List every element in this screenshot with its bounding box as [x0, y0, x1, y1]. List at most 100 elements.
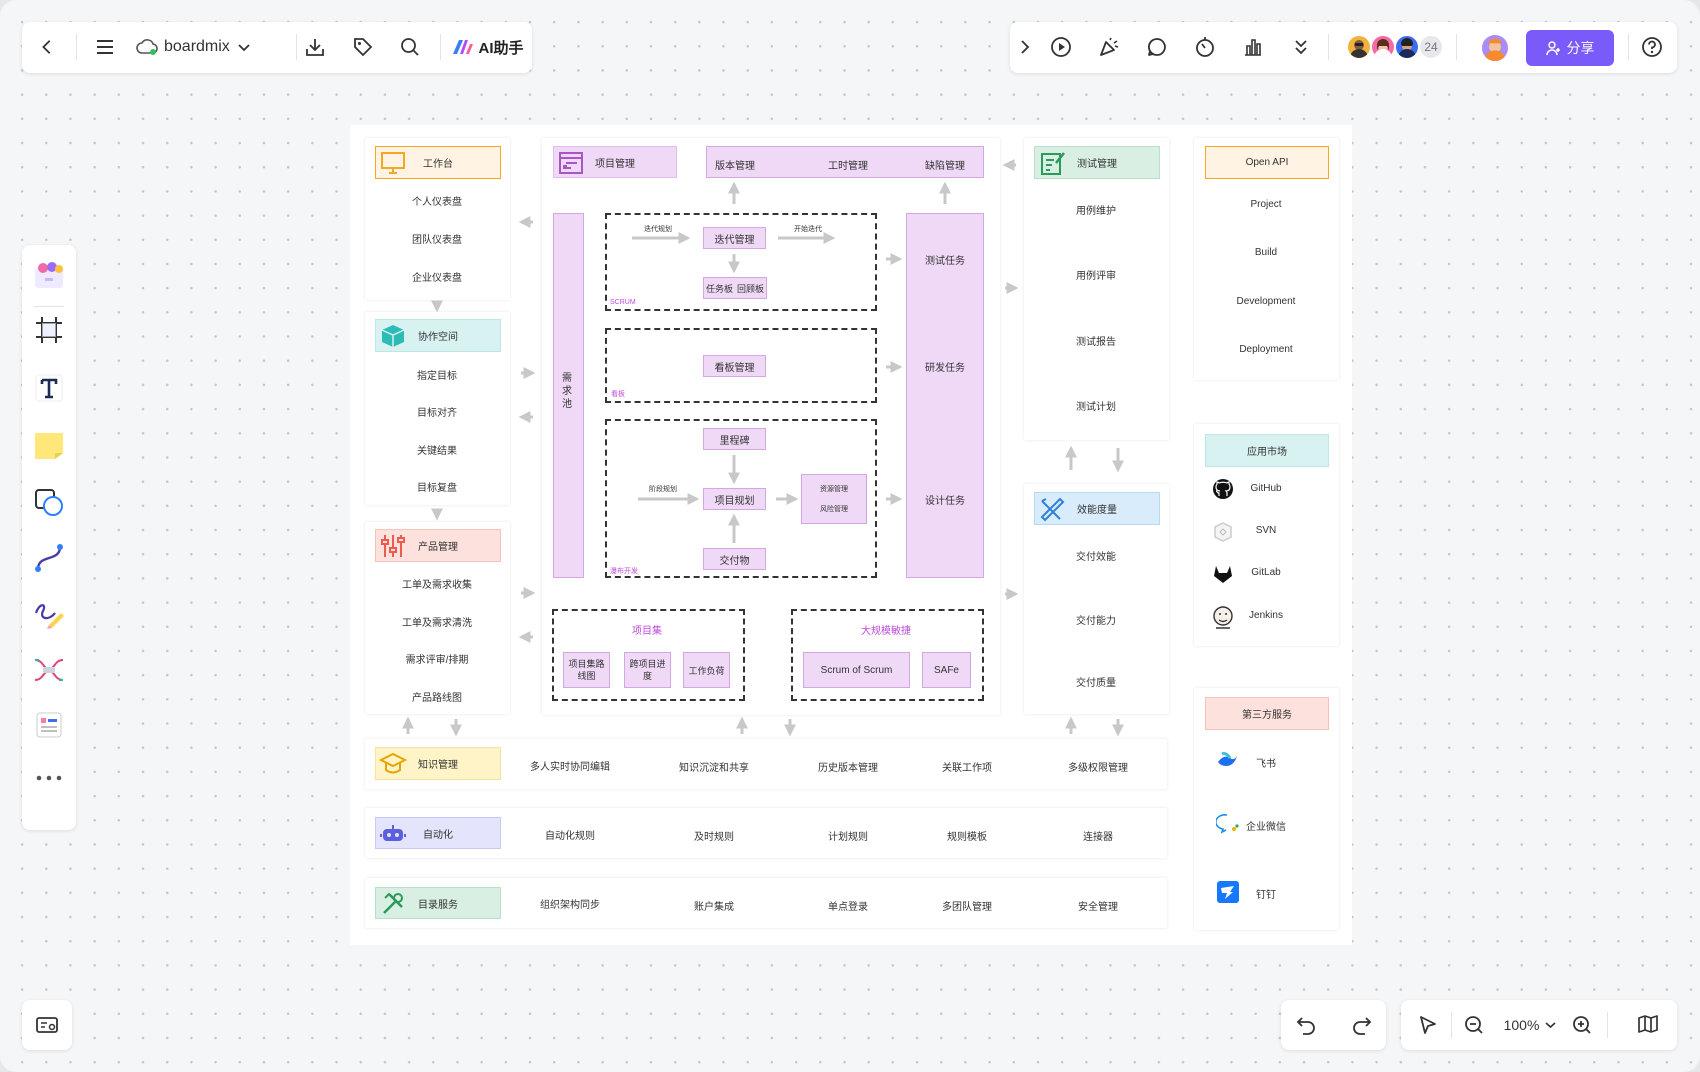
- project-set-item[interactable]: 工作负荷: [683, 652, 730, 688]
- knowledge-header[interactable]: 知识管理: [375, 747, 501, 780]
- project-set-title: 项目集: [632, 626, 662, 637]
- dingtalk-label: 钉钉: [1256, 890, 1276, 901]
- automation-header[interactable]: 自动化: [375, 817, 501, 849]
- top-right-toolbar: 24 分享: [1010, 22, 1677, 73]
- list-item: 工作负荷: [688, 665, 725, 676]
- tasks-column[interactable]: [906, 213, 984, 578]
- top-left-toolbar: boardmix AI助手: [22, 22, 532, 73]
- menu-button[interactable]: [92, 34, 118, 60]
- file-name-dropdown[interactable]: boardmix: [136, 34, 286, 60]
- search-button[interactable]: [397, 34, 423, 60]
- directory-title: 目录服务: [418, 899, 458, 911]
- row-item: 安全管理: [1078, 902, 1118, 913]
- gitlab-label: GitLab: [1251, 567, 1281, 578]
- project-plan[interactable]: 项目规划: [703, 488, 766, 510]
- task-board-box[interactable]: 任务板 回顾板: [703, 277, 767, 299]
- help-button[interactable]: [1639, 34, 1665, 60]
- ai-assistant-button[interactable]: AI助手: [450, 34, 526, 60]
- milestone[interactable]: 里程碑: [703, 428, 766, 450]
- connector-tool[interactable]: [29, 538, 69, 578]
- scale-agile-item[interactable]: SAFe: [922, 652, 971, 688]
- frame-icon: [36, 317, 62, 343]
- frame-tool[interactable]: [29, 310, 69, 350]
- mindmap-tool[interactable]: [29, 650, 69, 690]
- sticky-note-tool[interactable]: [29, 425, 69, 465]
- shape-tool[interactable]: [29, 482, 69, 522]
- list-item: 需求评审/排期: [405, 655, 469, 666]
- my-avatar[interactable]: [1480, 33, 1510, 63]
- divider: [1456, 34, 1457, 60]
- project-set-item[interactable]: 跨项目进度: [624, 652, 671, 688]
- deliverable[interactable]: 交付物: [703, 548, 766, 570]
- avatar[interactable]: [1370, 34, 1396, 60]
- kanban-mgmt[interactable]: 看板管理: [703, 355, 766, 377]
- product-title: 产品管理: [418, 542, 458, 553]
- product-header[interactable]: 产品管理: [375, 529, 501, 562]
- test-mgmt-header[interactable]: 测试管理: [1034, 146, 1160, 179]
- workspace-header[interactable]: 工作台: [375, 146, 501, 179]
- automation-title: 自动化: [423, 829, 453, 841]
- list-item: Development: [1236, 296, 1296, 307]
- svn-label: SVN: [1255, 525, 1277, 536]
- zoom-in-button[interactable]: [1569, 1012, 1595, 1038]
- avatar[interactable]: [1346, 34, 1372, 60]
- directory-header[interactable]: 目录服务: [375, 887, 501, 919]
- tag-button[interactable]: [350, 34, 376, 60]
- iteration-mgmt[interactable]: 迭代管理: [703, 227, 766, 249]
- more-tools-button[interactable]: [1288, 34, 1314, 60]
- open-api-header[interactable]: Open API: [1205, 146, 1329, 179]
- third-party-header[interactable]: 第三方服务: [1205, 697, 1329, 730]
- redo-button[interactable]: [1349, 1012, 1375, 1038]
- pen-icon: [34, 604, 64, 629]
- map-view-button[interactable]: [1635, 1012, 1661, 1038]
- zoom-level-dropdown[interactable]: 100%: [1495, 1012, 1565, 1038]
- jenkins-label: Jenkins: [1249, 610, 1283, 621]
- comment-button[interactable]: [1144, 34, 1170, 60]
- resource-mgmt: 资源管理: [820, 486, 848, 493]
- celebrate-button[interactable]: [1096, 34, 1122, 60]
- checklist-icon: [1041, 152, 1065, 175]
- select-tool-button[interactable]: [1415, 1012, 1441, 1038]
- expand-button[interactable]: [1014, 35, 1036, 59]
- scale-agile-item[interactable]: Scrum of Scrum: [803, 652, 910, 688]
- ai-logo-icon: [453, 40, 474, 54]
- download-button[interactable]: [302, 34, 328, 60]
- app-market-header[interactable]: 应用市场: [1205, 434, 1329, 467]
- text-tool[interactable]: [29, 368, 69, 408]
- participant-count[interactable]: 24: [1418, 34, 1444, 60]
- third-party-title: 第三方服务: [1242, 710, 1292, 721]
- mindmap-icon: [34, 659, 64, 681]
- avatar[interactable]: [1394, 34, 1420, 60]
- vote-button[interactable]: [1240, 34, 1266, 60]
- notes-tool[interactable]: [29, 705, 69, 745]
- efficiency-header[interactable]: 效能度量: [1034, 492, 1160, 525]
- workspace-title: 工作台: [423, 159, 453, 170]
- defect-mgmt: 缺陷管理: [925, 161, 965, 172]
- project-set-item[interactable]: 项目集路线图: [563, 652, 610, 688]
- monitor-icon: [381, 152, 405, 174]
- collab-header[interactable]: 协作空间: [375, 319, 501, 352]
- canvas[interactable]: boardmix AI助手 24 分享 100% 工作台 个人仪表盘 团队仪表盘…: [0, 0, 1700, 1072]
- jenkins-icon: [1213, 606, 1233, 629]
- more-tools[interactable]: [29, 758, 69, 798]
- pen-tool[interactable]: [29, 595, 69, 635]
- row-item: 及时规则: [694, 832, 734, 843]
- share-button[interactable]: 分享: [1526, 30, 1614, 66]
- present-button[interactable]: [1048, 34, 1074, 60]
- text-icon: [35, 374, 63, 402]
- zoom-out-button[interactable]: [1461, 1012, 1487, 1038]
- divider: [440, 34, 441, 60]
- minimap-button[interactable]: [34, 1012, 60, 1038]
- list-item: Scrum of Scrum: [820, 664, 893, 676]
- back-button[interactable]: [34, 34, 60, 60]
- left-toolbar: [22, 245, 76, 830]
- ruler-pencil-icon: [1040, 497, 1065, 522]
- resource-risk-box[interactable]: 资源管理 风险管理: [801, 474, 867, 524]
- project-mgmt-header[interactable]: 项目管理: [553, 146, 677, 178]
- github-label: GitHub: [1250, 483, 1282, 494]
- list-item: 测试报告: [1076, 337, 1116, 348]
- timer-button[interactable]: [1192, 34, 1218, 60]
- templates-tool[interactable]: [29, 255, 69, 295]
- test-mgmt-card[interactable]: [1024, 138, 1169, 440]
- undo-button[interactable]: [1293, 1012, 1319, 1038]
